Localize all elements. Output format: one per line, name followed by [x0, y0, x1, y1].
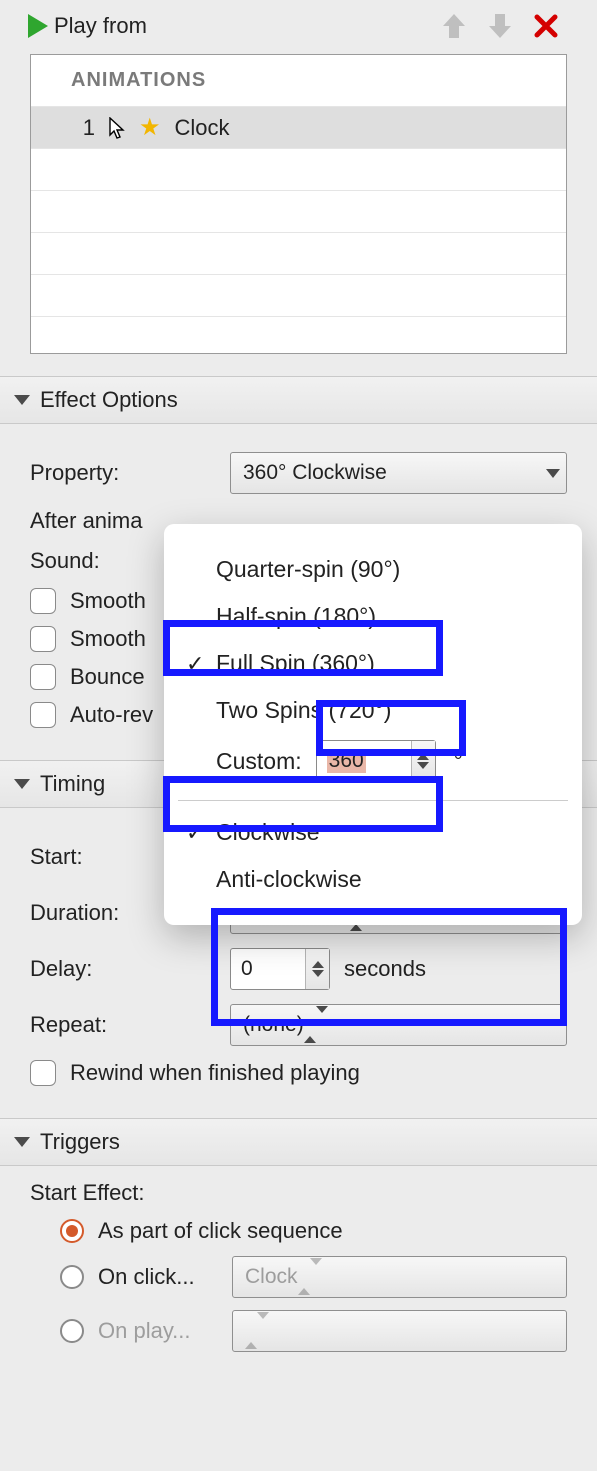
star-icon: ★: [139, 113, 161, 142]
animation-index: 1: [77, 115, 95, 141]
menu-item-label: Anti-clockwise: [216, 866, 362, 893]
chevron-down-icon: [14, 1137, 30, 1147]
animation-row-empty: [31, 275, 566, 317]
checkbox-label: Rewind when finished playing: [70, 1060, 360, 1086]
menu-item-label: Half-spin (180°): [216, 603, 376, 630]
section-effect-options[interactable]: Effect Options: [0, 376, 597, 424]
menu-item-custom[interactable]: Custom: 360 °: [164, 734, 582, 792]
radio-label: As part of click sequence: [98, 1218, 343, 1244]
animation-row-empty: [31, 149, 566, 191]
repeat-value: (none): [243, 1013, 304, 1037]
checkbox-icon: [30, 588, 56, 614]
menu-item-two-spins[interactable]: Two Spins (720°): [164, 687, 582, 734]
start-effect-label: Start Effect:: [30, 1180, 567, 1206]
check-icon: ✓: [186, 820, 210, 846]
delay-input[interactable]: 0: [230, 948, 330, 990]
repeat-label: Repeat:: [30, 1012, 230, 1038]
chevron-down-icon: [546, 453, 560, 493]
on-click-target-combo: Clock: [232, 1256, 567, 1298]
close-icon: [534, 14, 558, 38]
arrow-up-icon: [441, 12, 467, 40]
animation-name: Clock: [175, 115, 230, 141]
delay-value: 0: [241, 957, 253, 981]
custom-degrees-input[interactable]: 360: [316, 740, 436, 782]
custom-degrees-value: 360: [327, 749, 366, 773]
move-up-button[interactable]: [431, 12, 477, 40]
radio-icon: [60, 1265, 84, 1289]
chevron-down-icon: [14, 779, 30, 789]
trigger-click-sequence-radio[interactable]: As part of click sequence: [60, 1218, 567, 1244]
move-down-button[interactable]: [477, 12, 523, 40]
checkbox-icon: [30, 1060, 56, 1086]
animation-row[interactable]: 1 ★ Clock: [31, 107, 566, 149]
custom-unit: °: [454, 748, 463, 775]
menu-item-anticlockwise[interactable]: Anti-clockwise: [164, 856, 582, 903]
stepper-icon: [298, 1265, 322, 1289]
animations-list[interactable]: ANIMATIONS 1 ★ Clock: [30, 54, 567, 354]
radio-icon: [60, 1219, 84, 1243]
property-dropdown-menu: Quarter-spin (90°) Half-spin (180°) ✓ Fu…: [164, 524, 582, 925]
checkbox-label: Smooth: [70, 588, 146, 614]
check-icon: ✓: [186, 651, 210, 677]
checkbox-label: Auto-rev: [70, 702, 153, 728]
delay-unit: seconds: [344, 956, 426, 982]
stepper-icon: [245, 1319, 269, 1343]
property-combo[interactable]: 360° Clockwise: [230, 452, 567, 494]
animation-row-empty: [31, 191, 566, 233]
checkbox-icon: [30, 664, 56, 690]
menu-item-label: Clockwise: [216, 819, 320, 846]
menu-item-label: Quarter-spin (90°): [216, 556, 400, 583]
menu-item-half-spin[interactable]: Half-spin (180°): [164, 593, 582, 640]
delay-label: Delay:: [30, 956, 230, 982]
section-label: Triggers: [40, 1129, 120, 1155]
animations-header: ANIMATIONS: [31, 55, 566, 107]
on-click-target-value: Clock: [245, 1265, 298, 1289]
menu-item-quarter-spin[interactable]: Quarter-spin (90°): [164, 546, 582, 593]
checkbox-label: Bounce: [70, 664, 145, 690]
section-label: Effect Options: [40, 387, 178, 413]
stepper-icon: [411, 741, 435, 781]
play-icon: [28, 14, 48, 38]
menu-item-full-spin[interactable]: ✓ Full Spin (360°): [164, 640, 582, 687]
rewind-checkbox[interactable]: Rewind when finished playing: [30, 1060, 567, 1086]
menu-item-clockwise[interactable]: ✓ Clockwise: [164, 809, 582, 856]
property-label: Property:: [30, 460, 230, 486]
trigger-on-click-radio[interactable]: On click... Clock: [60, 1256, 567, 1298]
menu-item-label: Two Spins (720°): [216, 697, 391, 724]
chevron-down-icon: [14, 395, 30, 405]
radio-label: On click...: [98, 1264, 218, 1290]
trigger-on-play-radio[interactable]: On play...: [60, 1310, 567, 1352]
cursor-icon: [109, 117, 125, 139]
play-from-label: Play from: [54, 13, 147, 39]
delete-button[interactable]: [523, 14, 569, 38]
property-value: 360° Clockwise: [243, 461, 387, 485]
checkbox-icon: [30, 626, 56, 652]
stepper-icon: [305, 949, 329, 989]
radio-label: On play...: [98, 1318, 218, 1344]
checkbox-icon: [30, 702, 56, 728]
arrow-down-icon: [487, 12, 513, 40]
animation-row-empty: [31, 233, 566, 275]
repeat-combo[interactable]: (none): [230, 1004, 567, 1046]
section-triggers[interactable]: Triggers: [0, 1118, 597, 1166]
checkbox-label: Smooth: [70, 626, 146, 652]
on-play-target-combo: [232, 1310, 567, 1352]
menu-item-label: Full Spin (360°): [216, 650, 375, 677]
play-from-button[interactable]: Play from: [28, 13, 147, 39]
radio-icon: [60, 1319, 84, 1343]
custom-label: Custom:: [216, 748, 302, 775]
stepper-icon: [304, 1013, 328, 1037]
section-label: Timing: [40, 771, 105, 797]
menu-separator: [178, 800, 568, 801]
